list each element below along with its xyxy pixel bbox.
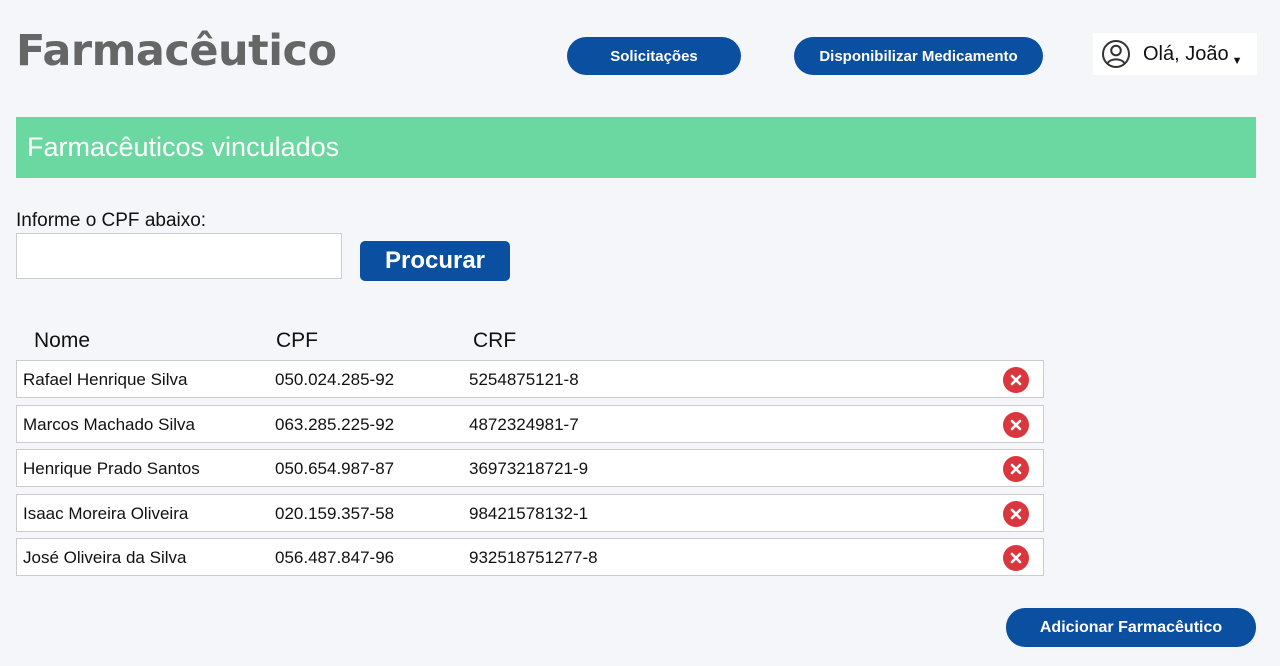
disponibilizar-medicamento-button[interactable]: Disponibilizar Medicamento xyxy=(794,37,1043,75)
user-greeting: Olá, João xyxy=(1143,42,1229,65)
table-row: Isaac Moreira Oliveira 020.159.357-58 98… xyxy=(16,494,1044,532)
cell-crf: 36973218721-9 xyxy=(469,459,589,478)
user-circle-icon xyxy=(1101,39,1131,69)
cell-crf: 98421578132-1 xyxy=(469,504,589,523)
remove-x-icon[interactable] xyxy=(1003,456,1029,482)
table-row: Rafael Henrique Silva 050.024.285-92 525… xyxy=(16,360,1044,398)
cell-crf: 932518751277-8 xyxy=(469,548,598,567)
remove-x-icon[interactable] xyxy=(1003,545,1029,571)
section-banner: Farmacêuticos vinculados xyxy=(16,117,1256,178)
add-pharmacist-button[interactable]: Adicionar Farmacêutico xyxy=(1006,608,1256,647)
search-button[interactable]: Procurar xyxy=(360,241,510,281)
cell-nome: Henrique Prado Santos xyxy=(23,459,200,478)
cell-cpf: 063.285.225-92 xyxy=(275,415,395,434)
cell-crf: 5254875121-8 xyxy=(469,370,579,389)
cell-nome: Rafael Henrique Silva xyxy=(23,370,188,389)
cell-cpf: 050.654.987-87 xyxy=(275,459,395,478)
remove-x-icon[interactable] xyxy=(1003,367,1029,393)
table-row: José Oliveira da Silva 056.487.847-96 93… xyxy=(16,538,1044,576)
chevron-down-icon: ▼ xyxy=(1231,55,1243,67)
cell-cpf: 056.487.847-96 xyxy=(275,548,395,567)
column-header-cpf: CPF xyxy=(276,329,318,352)
cell-nome: Marcos Machado Silva xyxy=(23,415,195,434)
cpf-input[interactable] xyxy=(16,233,342,279)
cpf-label: Informe o CPF abaixo: xyxy=(16,210,207,231)
section-title: Farmacêuticos vinculados xyxy=(27,132,340,162)
remove-x-icon[interactable] xyxy=(1003,501,1029,527)
cell-cpf: 050.024.285-92 xyxy=(275,370,395,389)
cell-cpf: 020.159.357-58 xyxy=(275,504,395,523)
solicitacoes-button[interactable]: Solicitações xyxy=(567,37,741,75)
column-header-nome: Nome xyxy=(34,329,91,352)
remove-x-icon[interactable] xyxy=(1003,412,1029,438)
cell-crf: 4872324981-7 xyxy=(469,415,579,434)
column-header-crf: CRF xyxy=(473,329,517,352)
table-row: Marcos Machado Silva 063.285.225-92 4872… xyxy=(16,405,1044,443)
cell-nome: José Oliveira da Silva xyxy=(23,548,187,567)
cell-nome: Isaac Moreira Oliveira xyxy=(23,504,189,523)
table-row: Henrique Prado Santos 050.654.987-87 369… xyxy=(16,449,1044,487)
user-menu[interactable]: Olá, João ▼ xyxy=(1093,33,1257,75)
app-title: Farmacêutico xyxy=(16,26,337,76)
